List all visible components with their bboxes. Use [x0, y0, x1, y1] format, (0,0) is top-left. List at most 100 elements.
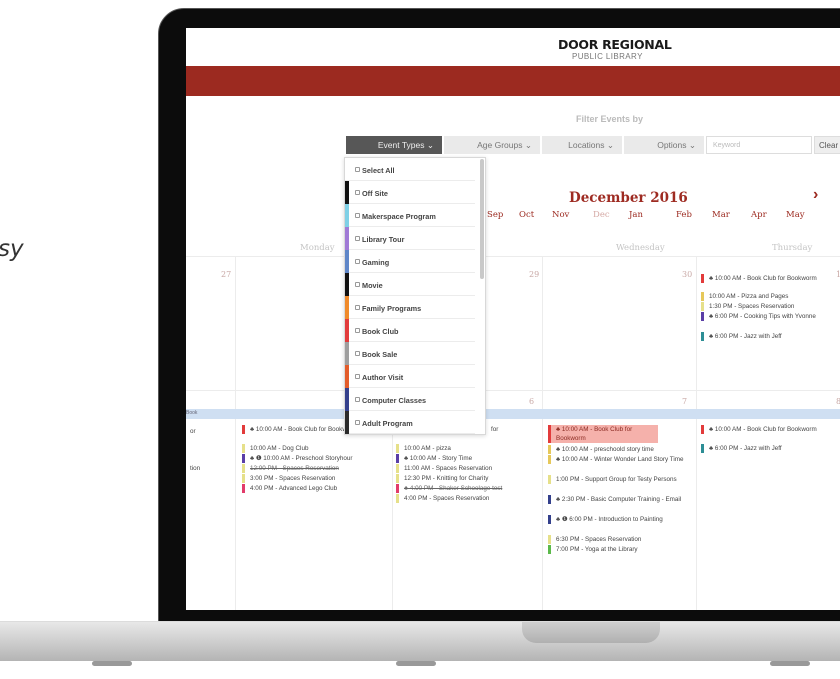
- menu-scrollbar[interactable]: [480, 159, 484, 279]
- checkbox-icon[interactable]: [355, 213, 360, 218]
- event-item[interactable]: ♣ 6:00 PM - Jazz with Jeff: [701, 444, 821, 453]
- event-item[interactable]: 12:00 PM - Spaces Reservation: [242, 464, 382, 473]
- event-item-highlighted[interactable]: ♣ 10:00 AM - Book Club for Bookworm: [548, 425, 658, 443]
- event-item[interactable]: 1:30 PM - Spaces Reservation: [701, 302, 821, 311]
- color-swatch: [345, 250, 349, 273]
- event-item[interactable]: ♣ 6:00 PM - Jazz with Jeff: [701, 332, 821, 341]
- menu-item-label: Adult Program: [362, 419, 413, 428]
- next-month-arrow-icon[interactable]: ›: [813, 186, 818, 204]
- event-item[interactable]: for: [488, 425, 528, 434]
- checkbox-icon[interactable]: [355, 374, 360, 379]
- options-label: Options: [657, 140, 687, 150]
- menu-item-label: Computer Classes: [362, 396, 427, 405]
- chevron-down-icon: ⌄: [688, 140, 696, 150]
- month-link-may[interactable]: May: [786, 210, 805, 220]
- menu-item-library-tour[interactable]: Library Tour: [345, 227, 475, 250]
- menu-item-computer-classes[interactable]: Computer Classes: [345, 388, 475, 411]
- menu-item-label: Book Club: [362, 327, 399, 336]
- event-item[interactable]: ♣ 10:00 AM - Book Club for Bookworm: [701, 425, 821, 434]
- event-item[interactable]: 12:30 PM - Knitting for Charity: [396, 474, 536, 483]
- menu-item-select-all[interactable]: Select All: [345, 158, 475, 181]
- event-item[interactable]: or: [186, 427, 212, 436]
- month-link-jan[interactable]: Jan: [629, 210, 643, 220]
- menu-item-label: Author Visit: [362, 373, 404, 382]
- clear-button[interactable]: Clear: [814, 136, 840, 154]
- event-item[interactable]: tion: [186, 464, 212, 473]
- color-swatch: [345, 342, 349, 365]
- checkbox-icon[interactable]: [355, 397, 360, 402]
- menu-item-off-site[interactable]: Off Site: [345, 181, 475, 204]
- month-link-feb[interactable]: Feb: [676, 210, 692, 220]
- event-item[interactable]: 10:00 AM - Dog Club: [242, 444, 382, 453]
- checkbox-icon[interactable]: [355, 259, 360, 264]
- event-item[interactable]: 7:00 PM - Yoga at the Library: [548, 545, 688, 554]
- menu-item-book-sale[interactable]: Book Sale: [345, 342, 475, 365]
- date-number: 29: [529, 270, 540, 279]
- month-link-sep[interactable]: Sep: [487, 210, 503, 220]
- chevron-down-icon: ⌄: [426, 140, 434, 150]
- keyword-input[interactable]: Keyword: [706, 136, 812, 154]
- month-link-mar[interactable]: Mar: [712, 210, 730, 220]
- event-item[interactable]: 4:00 PM - Advanced Lego Club: [242, 484, 382, 493]
- band-label: Book: [186, 410, 198, 416]
- color-swatch: [345, 319, 349, 342]
- date-number: 27: [221, 270, 232, 279]
- laptop-notch: [522, 622, 660, 643]
- menu-item-label: Book Sale: [362, 350, 398, 359]
- checkbox-icon[interactable]: [355, 420, 360, 425]
- grid-line: [186, 256, 840, 257]
- menu-item-movie[interactable]: Movie: [345, 273, 475, 296]
- color-swatch: [345, 388, 349, 411]
- checkbox-icon[interactable]: [355, 190, 360, 195]
- library-logo-subtitle: PUBLIC LIBRARY: [572, 52, 643, 61]
- checkbox-icon[interactable]: [355, 328, 360, 333]
- month-link-oct[interactable]: Oct: [519, 210, 534, 220]
- event-item[interactable]: 4:00 PM - Spaces Reservation: [396, 494, 536, 503]
- checkbox-icon[interactable]: [355, 236, 360, 241]
- checkbox-icon[interactable]: [355, 167, 360, 172]
- date-number: 6: [529, 397, 535, 406]
- month-link-nov[interactable]: Nov: [552, 210, 569, 220]
- laptop-mockup: sy DOOR REGIONAL PUBLIC LIBRARY Filter E…: [0, 0, 840, 679]
- menu-item-label: Off Site: [362, 189, 388, 198]
- locations-label: Locations: [568, 140, 605, 150]
- tagline-fragment: sy: [0, 236, 24, 262]
- menu-item-makerspace[interactable]: Makerspace Program: [345, 204, 475, 227]
- menu-item-gaming[interactable]: Gaming: [345, 250, 475, 273]
- event-item[interactable]: ♣ ❶ 10:00 AM - Preschool Storyhour: [242, 454, 382, 463]
- event-item[interactable]: 11:00 AM - Spaces Reservation: [396, 464, 536, 473]
- event-item[interactable]: 10:00 AM - Pizza and Pages: [701, 292, 821, 301]
- multiday-event-band[interactable]: Book: [186, 409, 840, 419]
- event-item[interactable]: 3:00 PM - Spaces Reservation: [242, 474, 382, 483]
- grid-line: [186, 390, 840, 391]
- event-item[interactable]: ♣ 10:00 AM - Winter Wonder Land Story Ti…: [548, 455, 688, 464]
- event-item[interactable]: 6:30 PM - Spaces Reservation: [548, 535, 688, 544]
- locations-dropdown[interactable]: Locations ⌄: [542, 136, 622, 154]
- screen: DOOR REGIONAL PUBLIC LIBRARY Filter Even…: [186, 28, 840, 610]
- event-item[interactable]: ♣ 4:00 PM - Shaker Schoolage test: [396, 484, 536, 493]
- library-logo-title[interactable]: DOOR REGIONAL: [558, 37, 672, 52]
- checkbox-icon[interactable]: [355, 351, 360, 356]
- month-link-dec[interactable]: Dec: [593, 210, 610, 220]
- menu-item-family-programs[interactable]: Family Programs: [345, 296, 475, 319]
- event-item[interactable]: 10:00 AM - pizza: [396, 444, 536, 453]
- event-types-dropdown[interactable]: Event Types ⌄: [346, 136, 442, 154]
- checkbox-icon[interactable]: [355, 282, 360, 287]
- menu-item-adult-program[interactable]: Adult Program: [345, 411, 475, 434]
- grid-line: [696, 256, 697, 610]
- event-item[interactable]: ♣ 10:00 AM - preschoold story time: [548, 445, 688, 454]
- event-item[interactable]: ♣ 6:00 PM - Cooking Tips with Yvonne: [701, 312, 821, 321]
- event-item[interactable]: ♣ 10:00 AM - Story Time: [396, 454, 536, 463]
- event-item[interactable]: ♣ ❶ 6:00 PM - Introduction to Painting: [548, 515, 688, 524]
- event-item[interactable]: 1:00 PM - Support Group for Testy Person…: [548, 475, 688, 484]
- menu-item-author-visit[interactable]: Author Visit: [345, 365, 475, 388]
- options-dropdown[interactable]: Options ⌄: [624, 136, 704, 154]
- event-item[interactable]: ♣ 2:30 PM - Basic Computer Training - Em…: [548, 495, 688, 504]
- month-link-apr[interactable]: Apr: [751, 210, 767, 220]
- event-item[interactable]: ♣ 10:00 AM - Book Club for Bookworm: [701, 274, 821, 283]
- color-swatch: [345, 365, 349, 388]
- checkbox-icon[interactable]: [355, 305, 360, 310]
- laptop-foot: [770, 661, 810, 666]
- age-groups-dropdown[interactable]: Age Groups ⌄: [444, 136, 540, 154]
- menu-item-book-club[interactable]: Book Club: [345, 319, 475, 342]
